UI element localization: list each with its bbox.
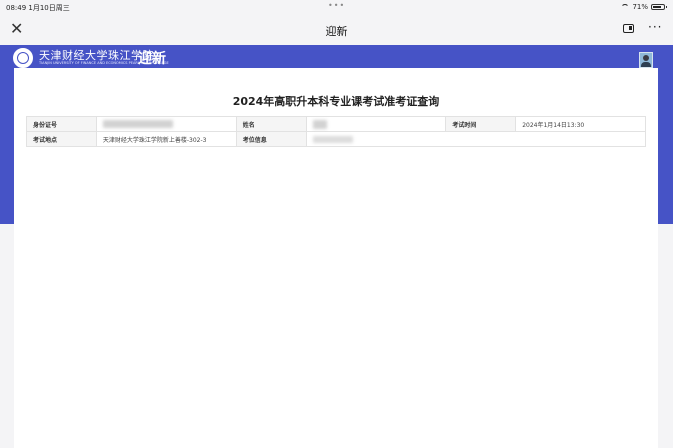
exam-time-label: 考试时间 — [445, 116, 517, 132]
exam-location-value: 天津财经大学珠江学院新上善楼-302-3 — [95, 131, 237, 147]
name-value — [305, 116, 447, 132]
battery-percent: 71% — [632, 3, 648, 11]
status-time: 08:49 1月10日周三 — [6, 4, 70, 12]
wifi-icon — [621, 4, 630, 10]
redacted-seat-info — [312, 135, 353, 143]
seat-info-value — [305, 131, 647, 147]
exam-location-label: 考试地点 — [26, 131, 97, 147]
school-logo-icon — [13, 48, 33, 68]
table-row: 考试地点 天津财经大学珠江学院新上善楼-302-3 考位信息 — [26, 131, 647, 147]
status-bar: 08:49 1月10日周三 ••• 71% — [0, 0, 673, 15]
floating-window-icon[interactable] — [623, 24, 634, 33]
id-number-label: 身份证号 — [26, 116, 97, 132]
status-indicators: 71% — [621, 3, 667, 11]
nav-bar: ✕ 迎新 ··· — [0, 15, 673, 45]
name-label: 姓名 — [235, 116, 307, 132]
admission-info-table: 身份证号 姓名 考试时间 2024年1月14日13:30 考试地点 天津财经大学… — [26, 116, 647, 147]
nav-title: 迎新 — [325, 25, 348, 38]
table-row: 身份证号 姓名 考试时间 2024年1月14日13:30 — [26, 116, 646, 132]
seat-info-label: 考位信息 — [235, 131, 307, 147]
app-title: 迎新 — [138, 51, 166, 67]
content-card: 2024年高职升本科专业课考试准考证查询 身份证号 姓名 考试时间 2024年1… — [14, 68, 658, 448]
redacted-name — [312, 119, 327, 129]
page-title: 2024年高职升本科专业课考试准考证查询 — [232, 95, 440, 108]
multitask-dots-icon[interactable]: ••• — [328, 1, 345, 10]
battery-icon — [651, 4, 667, 10]
redacted-id-number — [102, 120, 173, 128]
exam-time-value: 2024年1月14日13:30 — [515, 116, 646, 132]
more-icon[interactable]: ··· — [648, 20, 662, 34]
id-number-value — [95, 116, 237, 132]
avatar[interactable] — [639, 52, 653, 68]
